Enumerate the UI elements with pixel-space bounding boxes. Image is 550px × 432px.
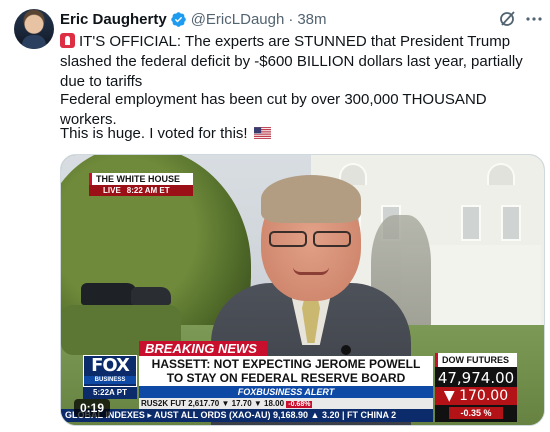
dow-futures-box: 47,974.00 ▼ 170.00 -0.35 % [435, 367, 517, 422]
video-player[interactable]: THE WHITE HOUSE LIVE 8:22 AM ET FOX BUSIN… [60, 154, 545, 426]
tweet-text-paragraph-1: IT'S OFFICIAL: The experts are STUNNED t… [60, 32, 545, 92]
author-name[interactable]: Eric Daugherty [60, 11, 167, 28]
tweet-header: Eric Daugherty @EricLDaugh · 38m [60, 9, 327, 29]
author-avatar[interactable] [14, 9, 54, 49]
tweet-text-1: IT'S OFFICIAL: The experts are STUNNED t… [60, 33, 523, 90]
alert-bar: FOXBUSINESS ALERT [139, 386, 433, 398]
video-timestamp: 0:19 [74, 399, 111, 417]
tweet-text-paragraph-3: This is huge. I voted for this! [60, 124, 545, 144]
verified-badge-icon [170, 11, 186, 27]
headline-line-1: HASSETT: NOT EXPECTING JEROME POWELL [151, 357, 421, 371]
separator-dot: · [288, 10, 294, 28]
live-time: 8:22 AM ET [126, 186, 170, 195]
ticker-top: RUS2K FUT 2,617.70 ▼ 17.70 ▼ 18.00 -0.68… [139, 398, 433, 409]
more-icon[interactable] [524, 9, 544, 29]
ticker-top-pct: -0.68% [286, 401, 313, 408]
location-title: THE WHITE HOUSE [89, 173, 193, 185]
live-label: LIVE [103, 186, 121, 195]
dow-value: 47,974.00 [437, 369, 515, 387]
headline-line-2: TO STAY ON FEDERAL RESERVE BOARD [166, 371, 406, 385]
breaking-news-label: BREAKING NEWS [139, 341, 267, 357]
dow-change: ▼ 170.00 [435, 387, 517, 405]
grok-icon[interactable] [498, 9, 518, 29]
dow-percent: -0.35 % [449, 407, 503, 419]
us-flag-icon [253, 127, 271, 139]
dow-change-value: 170.00 [459, 388, 509, 404]
fox-business-logo: FOX BUSINESS [83, 355, 137, 387]
ticker-top-text: RUS2K FUT 2,617.70 ▼ 17.70 ▼ 18.00 [141, 399, 285, 408]
rotating-light-icon [60, 33, 75, 48]
live-bar: LIVE 8:22 AM ET [89, 185, 193, 196]
ticker-bottom: GLOBAL INDEXES ▸ AUST ALL ORDS (XAO-AU) … [61, 409, 433, 422]
news-headline: HASSETT: NOT EXPECTING JEROME POWELL TO … [139, 356, 433, 386]
tweet-text-3: This is huge. I voted for this! [60, 125, 248, 142]
fox-logo-sub: BUSINESS [84, 376, 136, 384]
dow-futures-label: DOW FUTURES [435, 353, 517, 367]
author-handle[interactable]: @EricLDaugh [191, 11, 285, 28]
down-arrow-icon: ▼ [443, 388, 460, 404]
channel-time: 5:22A PT [83, 387, 137, 399]
fox-logo-text: FOX [91, 355, 130, 376]
post-time[interactable]: 38m [297, 11, 326, 28]
tweet[interactable]: Eric Daugherty @EricLDaugh · 38m IT'S OF… [0, 0, 550, 432]
